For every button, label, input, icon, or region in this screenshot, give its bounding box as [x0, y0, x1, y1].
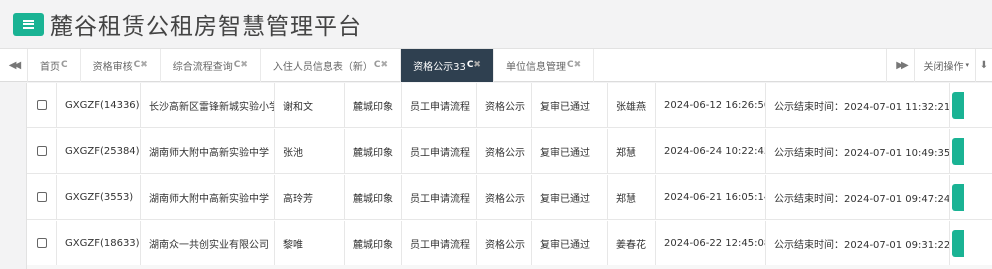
table-row: GXGZF(14336) 长沙高新区雷锋新城实验小学 谢和文 麓城印象 员工申请… [27, 83, 992, 128]
tab-label: 单位信息管理 [505, 61, 566, 73]
download-icon: ⬇ [979, 59, 989, 71]
close-icon[interactable]: ✖ [574, 60, 582, 70]
tab-bar: ◀◀ 首页 C 资格审核 C✖ 综合流程查询 C✖ 入住人员信息表（新） C✖ 资格公示… [0, 48, 992, 82]
tab-label: 综合流程查询 [172, 61, 233, 73]
double-chevron-left-icon: ◀◀ [8, 59, 22, 71]
caret-down-icon: ▾ [965, 61, 969, 69]
cell-end-time: 公示结束时间：2024-07-01 11:32:21 [766, 83, 950, 127]
row-checkbox[interactable] [37, 192, 47, 202]
tab-label: 资格公示33 [413, 61, 466, 73]
cell-flow: 员工申请流程 [402, 83, 477, 127]
tab-list: 首页 C 资格审核 C✖ 综合流程查询 C✖ 入住人员信息表（新） C✖ 资格公示33 C… [28, 48, 886, 82]
cell-status: 复审已通过 [532, 175, 608, 219]
top-header: 麓谷租赁公租房智慧管理平台 [0, 0, 992, 48]
table-row: GXGZF(25384) 湖南师大附中高新实验中学 张池 麓城印象 员工申请流程… [27, 129, 992, 174]
row-checkbox-cell [27, 175, 57, 219]
double-chevron-right-icon: ▶▶ [896, 59, 909, 71]
table-row: GXGZF(3553) 湖南师大附中高新实验中学 高玲芳 麓城印象 员工申请流程… [27, 175, 992, 220]
row-action-button[interactable] [952, 91, 964, 119]
cell-project: 麓城印象 [345, 83, 402, 127]
cell-action [950, 221, 990, 265]
refresh-icon[interactable]: C [374, 60, 381, 70]
cell-time: 2024-06-22 12:45:08 [656, 221, 766, 265]
cell-unit: 湖南众一共创实业有限公司 [141, 221, 275, 265]
cell-publicity: 资格公示 [477, 129, 532, 173]
cell-time: 2024-06-12 16:26:50 [656, 83, 766, 127]
cell-end-time: 公示结束时间：2024-07-01 09:31:22 [766, 221, 950, 265]
tab-unit-management[interactable]: 单位信息管理 C✖ [494, 48, 595, 82]
tabs-scroll-left-button[interactable]: ◀◀ [0, 48, 28, 82]
cell-person: 高玲芳 [275, 175, 345, 219]
cell-publicity: 资格公示 [477, 175, 532, 219]
row-checkbox[interactable] [37, 146, 47, 156]
cell-status: 复审已通过 [532, 83, 608, 127]
cell-reviewer: 张雄燕 [608, 83, 656, 127]
download-button[interactable]: ⬇ [975, 48, 992, 82]
cell-project: 麓城印象 [345, 129, 402, 173]
cell-person: 黎唯 [275, 221, 345, 265]
data-table: GXGZF(14336) 长沙高新区雷锋新城实验小学 谢和文 麓城印象 员工申请… [26, 83, 992, 269]
row-action-button[interactable] [952, 229, 964, 257]
close-operations-label: 关闭操作 [923, 61, 964, 73]
close-icon[interactable]: ✖ [473, 60, 481, 70]
cell-person: 谢和文 [275, 83, 345, 127]
cell-end-time: 公示结束时间：2024-07-01 10:49:35 [766, 129, 950, 173]
table-row: GXGZF(18633) 湖南众一共创实业有限公司 黎唯 麓城印象 员工申请流程… [27, 221, 992, 266]
cell-publicity: 资格公示 [477, 83, 532, 127]
cell-reviewer: 郑慧 [608, 175, 656, 219]
cell-flow: 员工申请流程 [402, 221, 477, 265]
row-action-button[interactable] [952, 137, 964, 165]
cell-unit: 长沙高新区雷锋新城实验小学 [141, 83, 275, 127]
row-checkbox-cell [27, 221, 57, 265]
cell-reviewer: 郑慧 [608, 129, 656, 173]
tab-resident-info[interactable]: 入住人员信息表（新） C✖ [261, 48, 402, 82]
cell-status: 复审已通过 [532, 129, 608, 173]
tab-qualification-review[interactable]: 资格审核 C✖ [81, 48, 161, 82]
app-title: 麓谷租赁公租房智慧管理平台 [50, 14, 362, 40]
row-checkbox[interactable] [37, 238, 47, 248]
cell-code: GXGZF(25384) [57, 129, 141, 173]
cell-unit: 湖南师大附中高新实验中学 [141, 175, 275, 219]
cell-publicity: 资格公示 [477, 221, 532, 265]
close-icon[interactable]: ✖ [140, 60, 148, 70]
cell-time: 2024-06-21 16:05:14 [656, 175, 766, 219]
close-operations-dropdown[interactable]: 关闭操作 ▾ [914, 48, 975, 82]
cell-status: 复审已通过 [532, 221, 608, 265]
menu-toggle-button[interactable] [13, 12, 44, 36]
cell-action [950, 175, 990, 219]
cell-code: GXGZF(18633) [57, 221, 141, 265]
row-checkbox-cell [27, 83, 57, 127]
tab-home[interactable]: 首页 C [28, 48, 81, 82]
tab-label: 首页 [40, 61, 60, 73]
tab-process-query[interactable]: 综合流程查询 C✖ [161, 48, 261, 82]
cell-end-time: 公示结束时间：2024-07-01 09:47:24 [766, 175, 950, 219]
row-checkbox[interactable] [37, 100, 47, 110]
content-area: GXGZF(14336) 长沙高新区雷锋新城实验小学 谢和文 麓城印象 员工申请… [0, 83, 992, 269]
row-action-button[interactable] [952, 183, 964, 211]
close-icon[interactable]: ✖ [240, 60, 248, 70]
hamburger-icon [23, 19, 34, 29]
cell-project: 麓城印象 [345, 175, 402, 219]
next-row-edge [27, 265, 992, 269]
refresh-icon[interactable]: C [61, 60, 68, 70]
tab-label: 入住人员信息表（新） [272, 61, 373, 73]
cell-unit: 湖南师大附中高新实验中学 [141, 129, 275, 173]
row-checkbox-cell [27, 129, 57, 173]
tab-right-controls: ▶▶ 关闭操作 ▾ ⬇ [886, 48, 992, 82]
cell-person: 张池 [275, 129, 345, 173]
cell-project: 麓城印象 [345, 221, 402, 265]
cell-time: 2024-06-24 10:22:45 [656, 129, 766, 173]
cell-flow: 员工申请流程 [402, 129, 477, 173]
cell-flow: 员工申请流程 [402, 175, 477, 219]
cell-code: GXGZF(14336) [57, 83, 141, 127]
tab-qualification-publicity[interactable]: 资格公示33 C✖ [401, 48, 494, 82]
refresh-icon[interactable]: C [567, 60, 574, 70]
tabs-scroll-right-button[interactable]: ▶▶ [886, 48, 914, 82]
close-icon[interactable]: ✖ [381, 60, 389, 70]
tab-label: 资格审核 [92, 61, 133, 73]
cell-reviewer: 姜春花 [608, 221, 656, 265]
cell-action [950, 129, 990, 173]
cell-action [950, 83, 990, 127]
cell-code: GXGZF(3553) [57, 175, 141, 219]
